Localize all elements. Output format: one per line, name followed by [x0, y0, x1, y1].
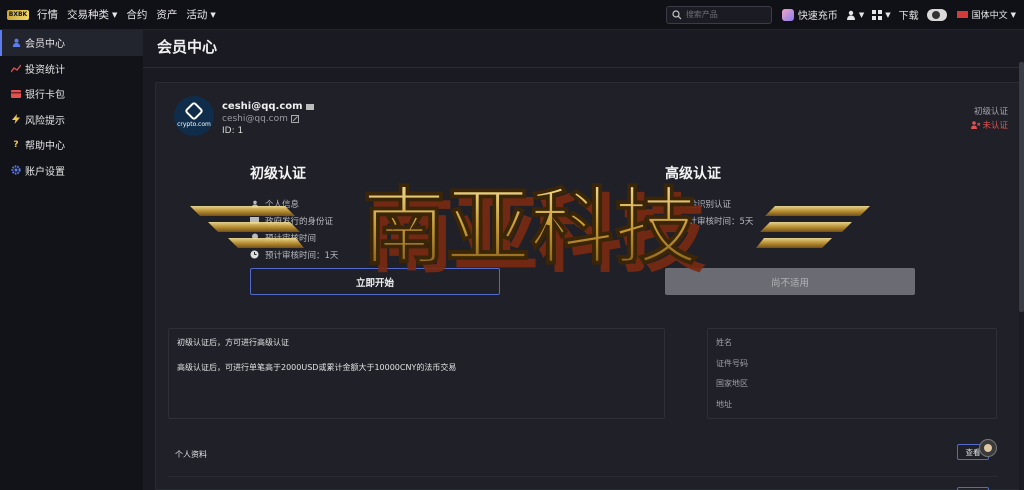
advanced-level: 高级认证 人脸识别认证 预计审核时间：5天: [665, 163, 753, 229]
clock-icon: [250, 250, 259, 259]
nav-item-contract[interactable]: 合约: [126, 7, 147, 22]
requirement-item: 预计审核时间: [250, 229, 338, 246]
basic-level: 初级认证 个人信息 政府发行的身份证 预计审核时间 预计审核时间：1天: [250, 163, 338, 263]
sidebar-item-account-settings[interactable]: 账户设置: [0, 158, 143, 184]
advanced-requirements: 人脸识别认证 预计审核时间：5天: [665, 195, 753, 229]
search-icon: [672, 9, 682, 19]
theme-toggle[interactable]: [926, 8, 947, 21]
note-text: 初级认证后，方可进行高级认证: [177, 338, 289, 347]
sidebar-item-risk-warning[interactable]: 风险提示: [0, 107, 143, 133]
search-input[interactable]: [685, 10, 766, 19]
basic-level-title: 初级认证: [250, 166, 306, 182]
avatar: crypto.com: [174, 96, 214, 136]
info-field-name: 姓名: [716, 338, 732, 347]
note-text: 高级认证后，可进行单笔高于2000USD或累计金额大于10000CNY的法币交易: [177, 363, 457, 372]
requirement-item: 预计审核时间：1天: [250, 246, 338, 263]
sidebar: 会员中心 投资统计 银行卡包 风险提示 ? 帮助中心 账户设置: [0, 30, 143, 490]
location-icon: [250, 233, 259, 242]
divider: [143, 67, 1024, 68]
user-x-icon: [971, 121, 981, 129]
search-box[interactable]: [665, 5, 772, 24]
top-nav: BXBK 行情 交易种类▼ 合约 资产 活动▼ 快速充币 ▼ ▼ 下载 国体中文…: [0, 0, 1024, 30]
nav-item-activity[interactable]: 活动 ▼: [186, 7, 215, 22]
divider: [168, 476, 998, 477]
requirement-item: 人脸识别认证: [665, 195, 753, 212]
user-block: crypto.com ceshi@qq.com ceshi@qq.com ID:…: [174, 96, 314, 136]
profile-label: 个人资料: [175, 450, 207, 459]
start-basic-cert-button[interactable]: 立即开始: [250, 268, 500, 295]
cert-status: 初级认证 未认证: [971, 105, 1008, 131]
personal-info-box: 姓名 证件号码 国家地区 地址: [707, 328, 997, 419]
lightning-icon: [11, 114, 21, 125]
flag-icon: [956, 11, 968, 18]
requirement-item: 政府发行的身份证: [250, 212, 338, 229]
user-icon: [11, 38, 21, 48]
user-email-heading: ceshi@qq.com: [222, 101, 314, 112]
sidebar-item-help-center[interactable]: ? 帮助中心: [0, 132, 143, 158]
page-title: 会员中心: [157, 38, 218, 56]
nav-item-assets[interactable]: 资产: [156, 7, 177, 22]
member-card: crypto.com ceshi@qq.com ceshi@qq.com ID:…: [155, 82, 1021, 490]
download-link[interactable]: 下载: [899, 7, 919, 22]
edit-icon[interactable]: [290, 115, 299, 123]
basic-requirements: 个人信息 政府发行的身份证 预计审核时间 预计审核时间：1天: [250, 195, 338, 263]
card-icon: [11, 89, 21, 99]
id-card-icon: [305, 103, 314, 110]
crypto-logo-icon: [184, 101, 204, 121]
chart-icon: [11, 63, 21, 73]
sidebar-item-member-center[interactable]: 会员中心: [0, 30, 143, 56]
quick-buy-link[interactable]: 快速充币: [781, 7, 838, 22]
user-id: ID: 1: [222, 126, 244, 136]
id-card-icon: [250, 216, 259, 225]
scrollbar-thumb[interactable]: [1019, 62, 1024, 312]
user-email: ceshi@qq.com: [222, 114, 314, 124]
nav-item-market[interactable]: 行情: [37, 7, 58, 22]
advanced-cert-button: 尚不适用: [665, 268, 915, 295]
info-field-address: 地址: [716, 399, 732, 409]
requirement-item: 个人信息: [250, 195, 338, 212]
grid-icon: [872, 9, 883, 20]
face-id-icon: [665, 199, 674, 208]
quick-buy-icon: [781, 8, 794, 21]
chevron-down-icon: ▼: [112, 10, 118, 19]
brand-logo[interactable]: BXBK: [7, 9, 29, 20]
nav-right: 快速充币 ▼ ▼ 下载 国体中文 ▼: [665, 0, 1024, 30]
advanced-level-title: 高级认证: [665, 166, 721, 182]
user-menu[interactable]: ▼: [846, 10, 864, 20]
question-icon: ?: [13, 139, 19, 150]
clock-icon: [665, 216, 674, 225]
info-field-country: 国家地区: [716, 379, 748, 388]
chevron-down-icon: ▼: [885, 10, 891, 19]
scrollbar[interactable]: [1019, 30, 1024, 490]
sidebar-item-bank-cards[interactable]: 银行卡包: [0, 81, 143, 107]
gear-icon: [11, 165, 21, 175]
chevron-down-icon: ▼: [210, 10, 216, 19]
sidebar-item-investment-stats[interactable]: 投资统计: [0, 56, 143, 82]
grid-menu[interactable]: ▼: [872, 9, 891, 20]
requirement-item: 预计审核时间：5天: [665, 212, 753, 229]
user-info: ceshi@qq.com ceshi@qq.com ID: 1: [222, 101, 314, 136]
cert-status-label: 初级认证: [973, 107, 1008, 117]
chevron-down-icon: ▼: [1010, 10, 1016, 19]
user-icon: [250, 199, 259, 208]
cert-notes: 初级认证后，方可进行高级认证 高级认证后，可进行单笔高于2000USD或累计金额…: [168, 328, 665, 419]
chevron-down-icon: ▼: [858, 10, 865, 19]
language-selector[interactable]: 国体中文 ▼: [956, 8, 1016, 21]
cert-status-value: 未认证: [971, 119, 1008, 131]
user-icon: [846, 10, 855, 20]
customer-service-icon[interactable]: [979, 439, 997, 457]
nav-item-trade-types[interactable]: 交易种类 ▼: [67, 7, 117, 22]
main-content: 会员中心 crypto.com ceshi@qq.com ceshi@qq.co…: [143, 30, 1024, 490]
info-field-id-number: 证件号码: [716, 358, 748, 368]
